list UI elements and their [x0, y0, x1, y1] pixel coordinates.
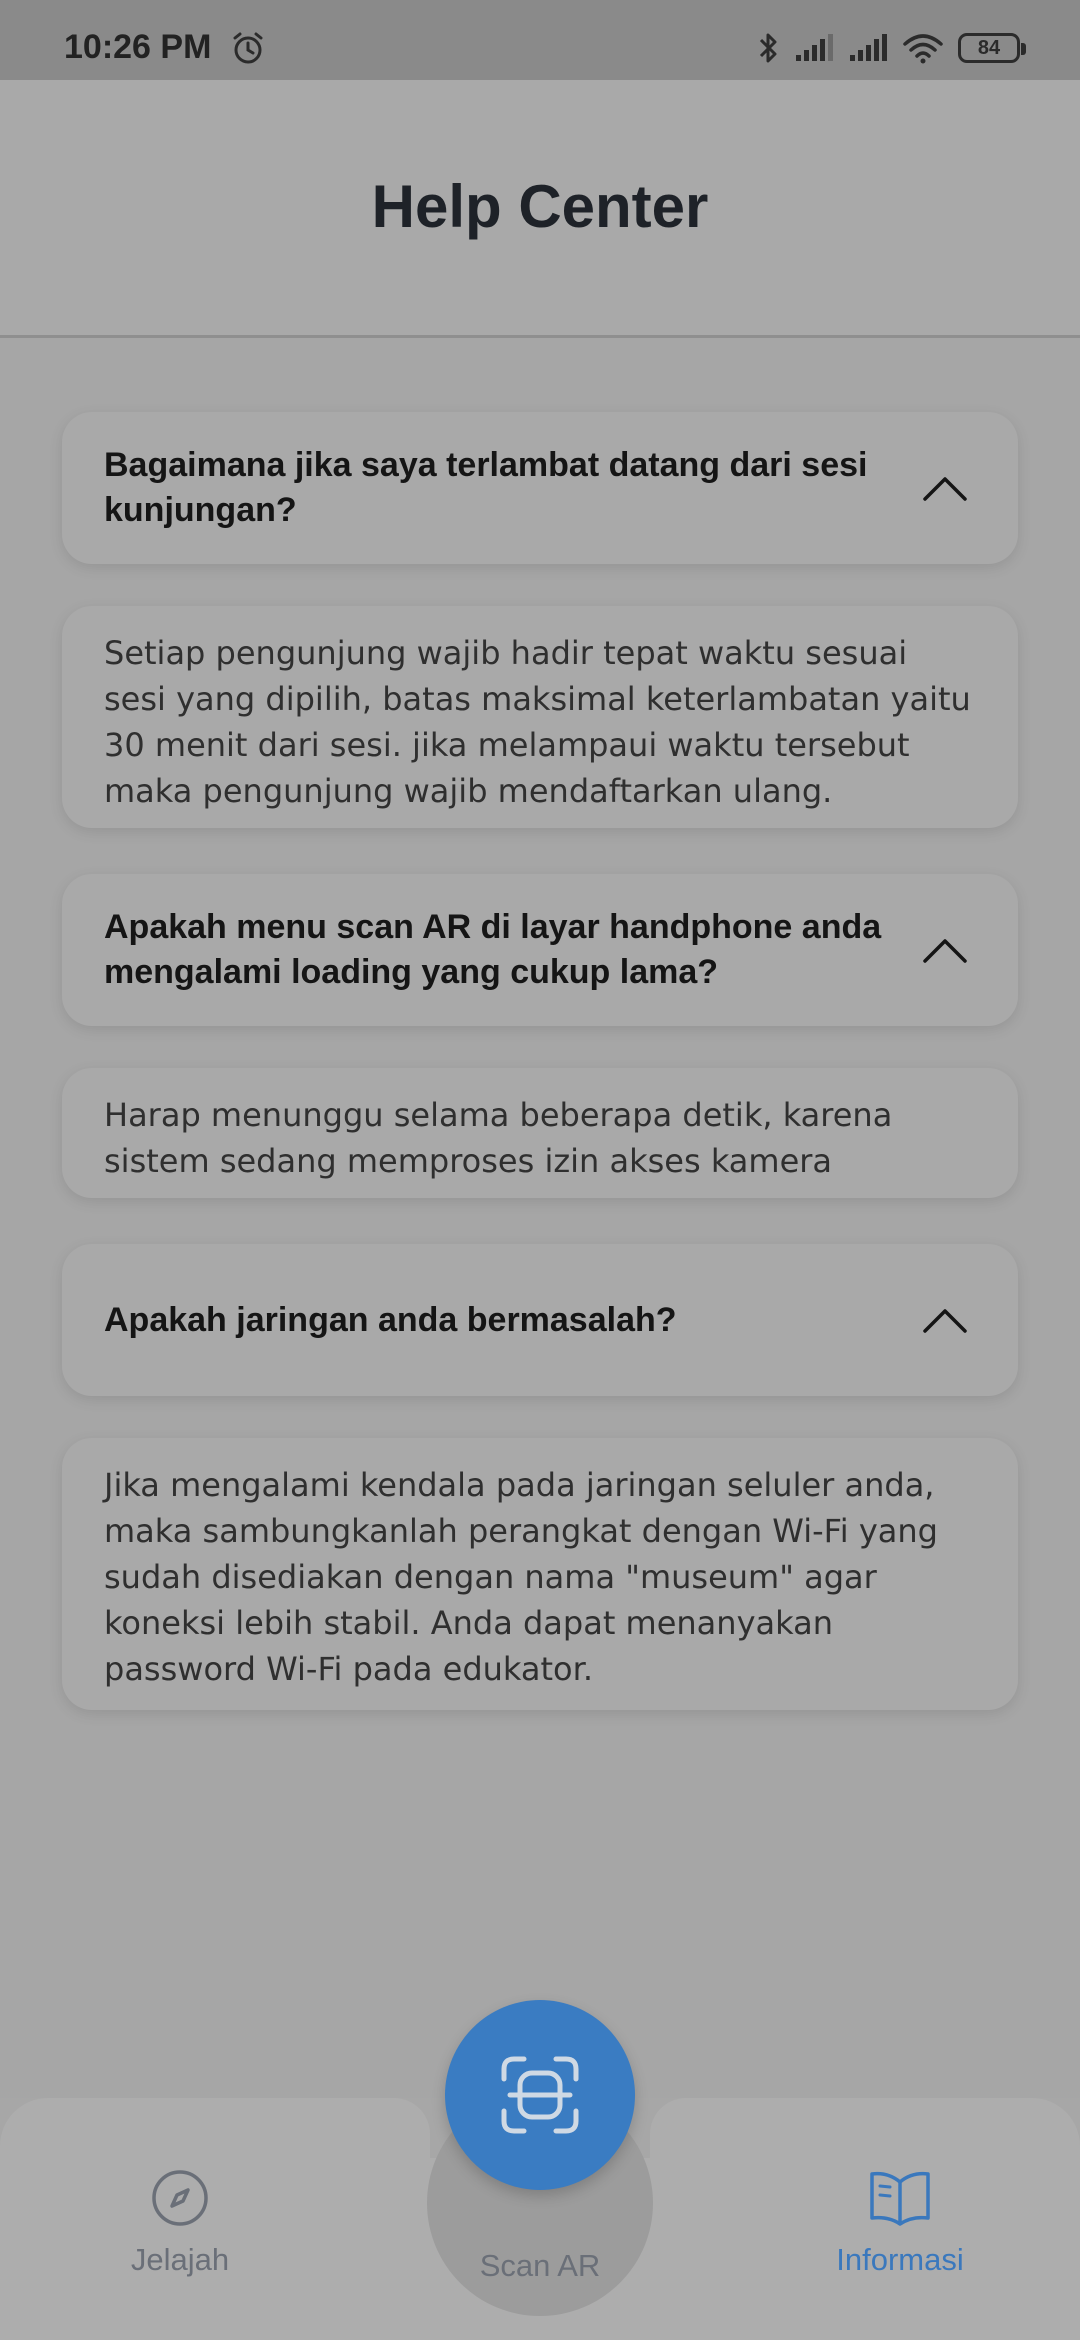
- battery-indicator: 84: [958, 33, 1026, 63]
- faq-question-3[interactable]: Apakah jaringan anda bermasalah?: [62, 1244, 1018, 1396]
- faq-answer-3: Jika mengalami kendala pada jaringan sel…: [62, 1438, 1018, 1710]
- status-bar: 10:26 PM 84: [0, 0, 1080, 80]
- wifi-icon: [903, 34, 943, 64]
- nav-label-informasi: Informasi: [836, 2242, 964, 2277]
- nav-item-informasi[interactable]: Informasi: [800, 2168, 1000, 2278]
- nav-label-scan-ar: Scan AR: [479, 2248, 601, 2283]
- chevron-up-icon[interactable]: [922, 1306, 968, 1334]
- faq-answer-text: Jika mengalami kendala pada jaringan sel…: [104, 1466, 938, 1688]
- faq-answer-2: Harap menunggu selama beberapa detik, ka…: [62, 1068, 1018, 1198]
- signal-icon-2: [850, 34, 887, 61]
- scan-icon: [501, 2056, 579, 2134]
- faq-list: Bagaimana jika saya terlambat datang dar…: [0, 338, 1080, 2098]
- chevron-up-icon[interactable]: [922, 936, 968, 964]
- alarm-icon: [233, 32, 263, 64]
- faq-question-text: Apakah menu scan AR di layar handphone a…: [104, 908, 882, 991]
- faq-question-2[interactable]: Apakah menu scan AR di layar handphone a…: [62, 874, 1018, 1026]
- compass-icon: [152, 2170, 208, 2226]
- signal-icon: [796, 34, 833, 61]
- book-icon: [870, 2171, 930, 2226]
- page-title: Help Center: [371, 173, 709, 240]
- faq-question-1[interactable]: Bagaimana jika saya terlambat datang dar…: [62, 412, 1018, 564]
- faq-answer-text: Harap menunggu selama beberapa detik, ka…: [104, 1096, 893, 1180]
- faq-question-text: Apakah jaringan anda bermasalah?: [104, 1300, 677, 1339]
- faq-question-text: Bagaimana jika saya terlambat datang dar…: [104, 446, 868, 529]
- nav-item-jelajah[interactable]: Jelajah: [80, 2168, 280, 2278]
- faq-answer-text: Setiap pengunjung wajib hadir tepat wakt…: [104, 634, 971, 810]
- status-time: 10:26 PM: [64, 28, 212, 66]
- bottom-nav: Jelajah Scan AR Informasi: [0, 2000, 1080, 2340]
- status-icons: 84: [756, 30, 1026, 66]
- bluetooth-icon: [759, 33, 777, 63]
- scan-ar-button[interactable]: [445, 2000, 635, 2190]
- faq-answer-1: Setiap pengunjung wajib hadir tepat wakt…: [62, 606, 1018, 828]
- nav-label-jelajah: Jelajah: [130, 2242, 230, 2277]
- chevron-up-icon[interactable]: [922, 474, 968, 502]
- nav-item-scan-ar[interactable]: Scan AR: [440, 2248, 640, 2284]
- header: Help Center: [0, 80, 1080, 338]
